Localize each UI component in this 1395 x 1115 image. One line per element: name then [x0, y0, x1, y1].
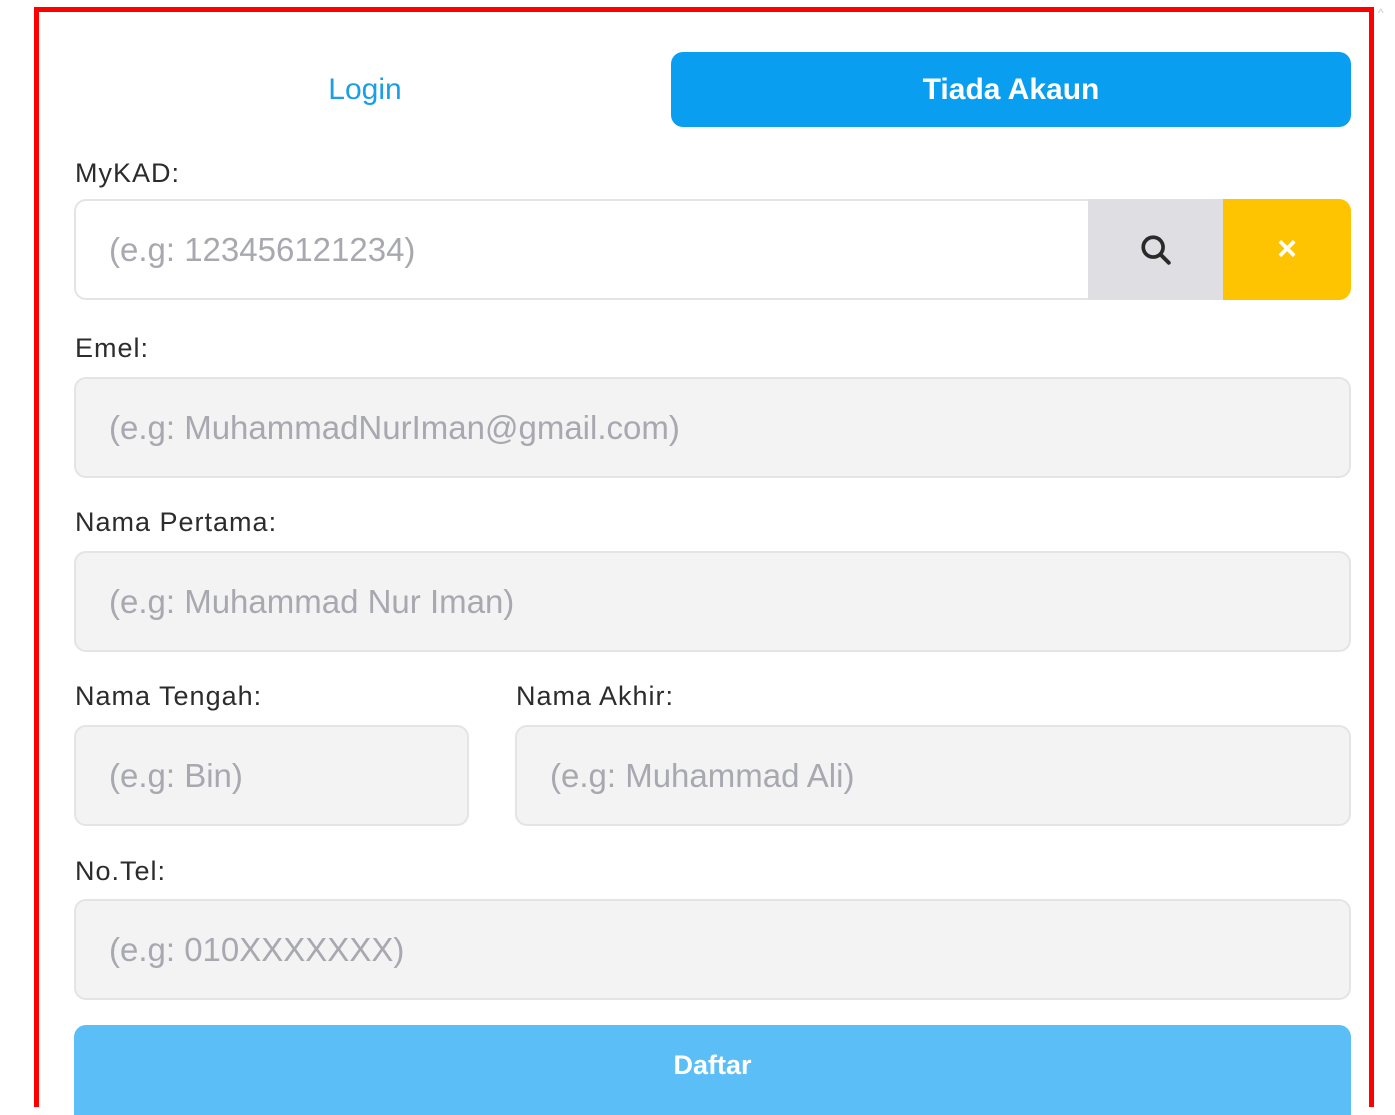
phone-field[interactable]: [74, 899, 1351, 1000]
tab-no-account[interactable]: Tiada Akaun: [671, 52, 1351, 127]
search-icon: [1140, 234, 1171, 265]
tab-login[interactable]: Login: [74, 52, 656, 127]
search-button[interactable]: [1088, 199, 1223, 300]
scroll-up-icon[interactable]: ^: [1378, 7, 1388, 19]
email-field[interactable]: [74, 377, 1351, 478]
clear-button[interactable]: ×: [1223, 199, 1351, 300]
mykad-label: MyKAD:: [75, 158, 181, 188]
auth-tabs: Login Tiada Akaun: [74, 52, 1351, 127]
last-name-label: Nama Akhir:: [516, 681, 675, 711]
email-label: Emel:: [75, 333, 150, 363]
close-icon: ×: [1277, 230, 1297, 268]
first-name-label: Nama Pertama:: [75, 507, 278, 537]
mykad-input[interactable]: [74, 199, 1088, 300]
phone-label: No.Tel:: [75, 856, 167, 886]
middle-name-label: Nama Tengah:: [75, 681, 263, 711]
first-name-field[interactable]: [74, 551, 1351, 652]
register-button[interactable]: Daftar: [74, 1025, 1351, 1115]
middle-name-field[interactable]: [74, 725, 469, 826]
last-name-field[interactable]: [515, 725, 1351, 826]
